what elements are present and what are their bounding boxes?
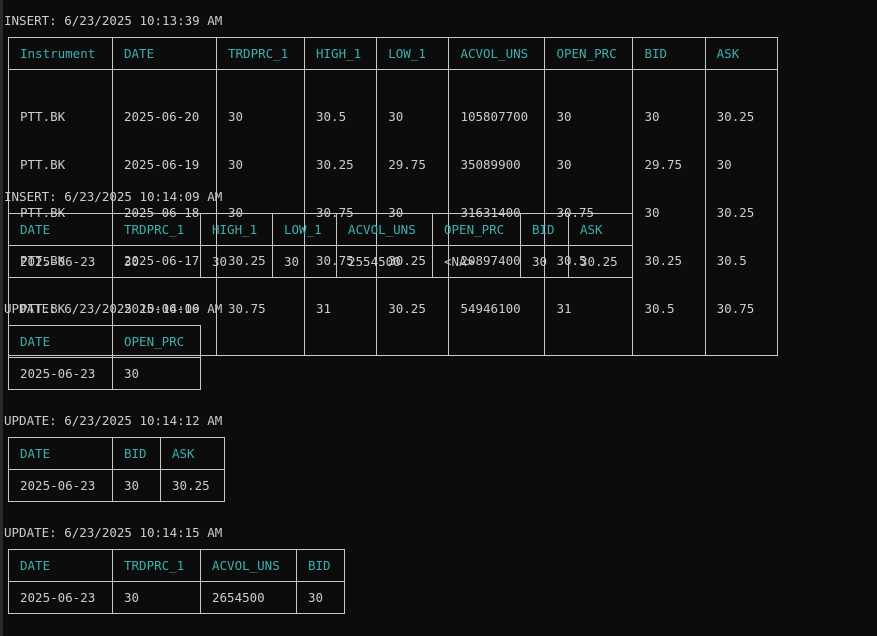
column-header: LOW_1: [376, 37, 450, 70]
cell-value: 30.75: [716, 301, 755, 316]
cell-value: 30.25: [644, 253, 683, 268]
table-cell: 2554500: [336, 245, 433, 278]
column-header: DATE: [112, 37, 217, 70]
cell-value: PTT.BK: [20, 109, 66, 124]
data-table: DATE TRDPRC_1 HIGH_1 LOW_1 ACVOL_UNS OPE…: [8, 213, 633, 278]
data-table: DATE BID ASK 2025-06-23 30 30.25: [8, 437, 225, 502]
table-cell: 2025-06-23: [8, 581, 113, 614]
cell-value: 105807700: [460, 109, 529, 124]
cell-value: 29.75: [388, 157, 426, 172]
cell-value: 35089900: [460, 157, 521, 172]
table-cell: 30.25: [568, 245, 633, 278]
column-header: TRDPRC_1: [112, 213, 201, 246]
cell-value: 31: [556, 301, 572, 316]
column-header: HIGH_1: [303, 37, 378, 70]
cell-value: 31: [316, 301, 332, 316]
column-header: ACVOL_UNS: [200, 549, 297, 582]
log-heading: UPDATE: 6/23/2025 10:14:09 AM: [4, 301, 223, 316]
cell-value: 30.25: [716, 109, 755, 124]
update-log-block-2: UPDATE: 6/23/2025 10:14:12 AM DATE BID A…: [4, 411, 225, 502]
column-header: Instrument: [8, 37, 113, 70]
cell-value: 30.5: [644, 301, 675, 316]
table-cell: 30: [520, 245, 569, 278]
table-row: 2025-06-23 30: [8, 357, 201, 390]
table-cell: 30: [112, 245, 201, 278]
table-header-row: DATE TRDPRC_1 HIGH_1 LOW_1 ACVOL_UNS OPE…: [8, 213, 633, 246]
cell-value: 30.5: [716, 253, 747, 268]
window-left-edge: [0, 0, 3, 636]
cell-value: 30: [228, 109, 244, 124]
column-header: LOW_1: [272, 213, 337, 246]
table-cell: 2025-06-23: [8, 469, 113, 502]
cell-value: 2025-06-20: [124, 109, 200, 124]
table-cell: 30: [200, 245, 273, 278]
table-cell: 30: [112, 357, 201, 390]
cell-value: 30.5: [316, 109, 347, 124]
column-header: BID: [296, 549, 345, 582]
column-header: ACVOL_UNS: [448, 37, 546, 70]
cell-value: 30.25: [716, 205, 755, 220]
cell-value: 30.25: [316, 157, 354, 172]
column-header: ASK: [704, 37, 778, 70]
column-header: OPEN_PRC: [432, 213, 521, 246]
cell-value: 30: [716, 157, 732, 172]
table-cell: 30: [112, 581, 201, 614]
table-row: 2025-06-23 30 30 30 2554500 <NA> 30 30.2…: [8, 245, 633, 278]
table-cell: 30 29.75 30 30.25 30.5: [632, 69, 706, 356]
log-heading: UPDATE: 6/23/2025 10:14:15 AM: [4, 525, 223, 540]
table-header-row: Instrument DATE TRDPRC_1 HIGH_1 LOW_1 AC…: [8, 37, 778, 70]
cell-value: 30.25: [388, 301, 426, 316]
table-cell: 2654500: [200, 581, 297, 614]
data-table: DATE OPEN_PRC 2025-06-23 30: [8, 325, 201, 390]
column-header: OPEN_PRC: [112, 325, 201, 358]
cell-value: 30: [644, 109, 660, 124]
table-cell: <NA>: [432, 245, 521, 278]
column-header: OPEN_PRC: [544, 37, 634, 70]
update-log-block-3: UPDATE: 6/23/2025 10:14:15 AM DATE TRDPR…: [4, 523, 345, 614]
table-header-row: DATE OPEN_PRC: [8, 325, 201, 358]
table-header-row: DATE BID ASK: [8, 437, 225, 470]
column-header: ASK: [568, 213, 633, 246]
update-log-block-1: UPDATE: 6/23/2025 10:14:09 AM DATE OPEN_…: [4, 299, 222, 390]
table-cell: 30.25 30 30.25 30.5 30.75: [704, 69, 778, 356]
column-header: HIGH_1: [200, 213, 273, 246]
data-table: DATE TRDPRC_1 ACVOL_UNS BID 2025-06-23 3…: [8, 549, 345, 614]
insert-log-block-2: INSERT: 6/23/2025 10:14:09 AM DATE TRDPR…: [4, 187, 633, 278]
table-cell: 2025-06-23: [8, 245, 113, 278]
column-header: DATE: [8, 213, 113, 246]
cell-value: 2025-06-19: [124, 157, 200, 172]
cell-value: 30: [556, 109, 572, 124]
cell-value: 30: [556, 157, 572, 172]
log-heading: INSERT: 6/23/2025 10:13:39 AM: [4, 13, 223, 28]
column-header: ASK: [160, 437, 225, 470]
log-heading: INSERT: 6/23/2025 10:14:09 AM: [4, 189, 223, 204]
table-cell: 30.25: [160, 469, 225, 502]
table-cell: 30: [112, 469, 161, 502]
log-heading: UPDATE: 6/23/2025 10:14:12 AM: [4, 413, 223, 428]
cell-value: 30.75: [228, 301, 266, 316]
column-header: BID: [112, 437, 161, 470]
cell-value: 30: [228, 157, 244, 172]
cell-value: 30: [388, 109, 404, 124]
column-header: BID: [520, 213, 569, 246]
cell-value: 30: [644, 205, 660, 220]
column-header: TRDPRC_1: [216, 37, 305, 70]
column-header: BID: [632, 37, 706, 70]
table-cell: 2025-06-23: [8, 357, 113, 390]
cell-value: PTT.BK: [20, 157, 66, 172]
column-header: TRDPRC_1: [112, 549, 201, 582]
column-header: DATE: [8, 549, 113, 582]
column-header: DATE: [8, 325, 113, 358]
column-header: ACVOL_UNS: [336, 213, 433, 246]
table-row: 2025-06-23 30 30.25: [8, 469, 225, 502]
table-header-row: DATE TRDPRC_1 ACVOL_UNS BID: [8, 549, 345, 582]
cell-value: 29.75: [644, 157, 683, 172]
cell-value: 54946100: [460, 301, 521, 316]
column-header: DATE: [8, 437, 113, 470]
table-row: 2025-06-23 30 2654500 30: [8, 581, 345, 614]
table-cell: 30: [272, 245, 337, 278]
table-cell: 30: [296, 581, 345, 614]
